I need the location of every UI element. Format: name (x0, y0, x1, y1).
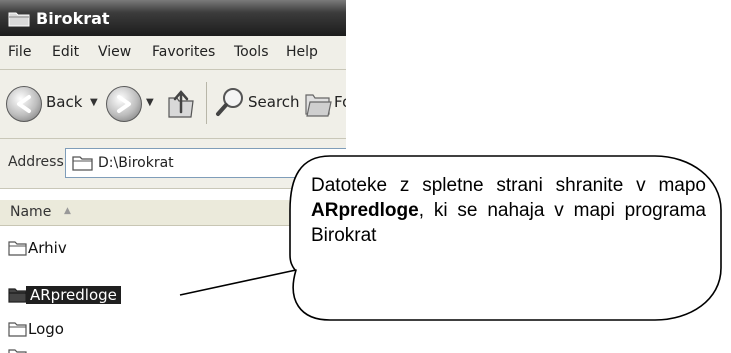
callout-text-bold: ARpredloge (311, 200, 419, 221)
callout-text: Datoteke z spletne strani shranite v map… (311, 173, 706, 248)
callout-text-part1: Datoteke z spletne strani shranite v map… (311, 175, 706, 196)
